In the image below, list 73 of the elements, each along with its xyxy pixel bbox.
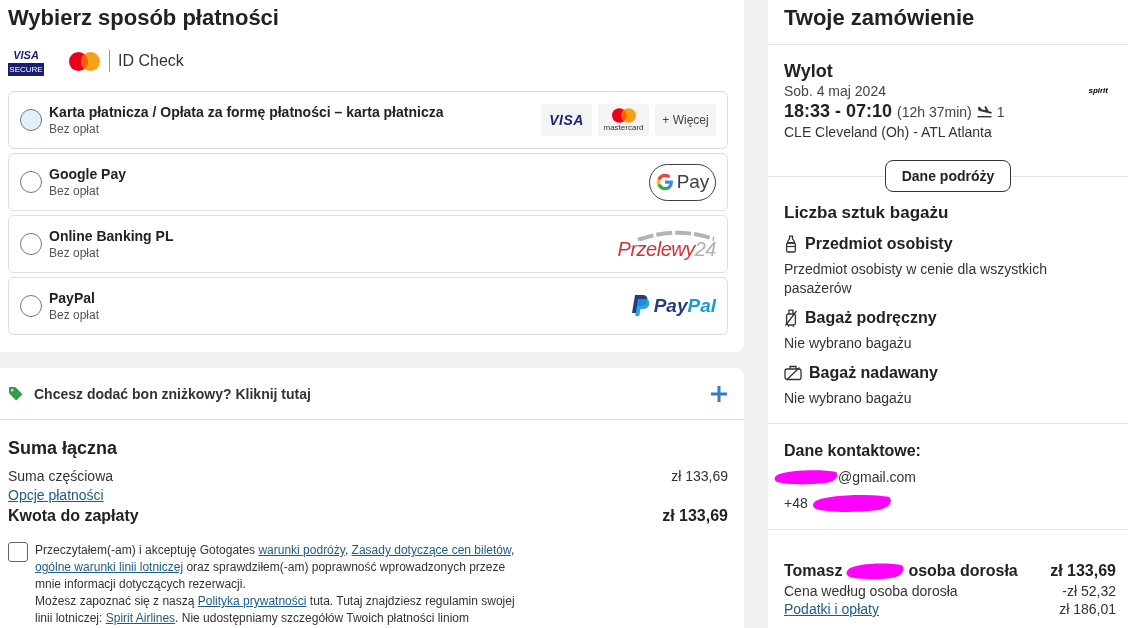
discount-label: Chcesz dodać bon zniżkowy? Kliknij tutaj [34, 385, 311, 402]
baggage-name: Bagaż nadawany [809, 363, 938, 383]
mastercard-icon [611, 108, 636, 123]
paypal-icon [630, 295, 650, 317]
passenger-total: zł 133,69 [1050, 561, 1116, 581]
payment-options-link[interactable]: Opcje płatności [8, 486, 104, 505]
flight-route: CLE Cleveland (Oh) - ATL Atlanta [784, 123, 993, 141]
baggage-title: Liczba sztuk bagażu [784, 202, 950, 224]
passenger-type: osoba dorosła [908, 561, 1018, 581]
fee-label: Bez opłat [49, 245, 101, 261]
terms-checkbox[interactable] [8, 542, 28, 562]
phone-text: +48 [784, 494, 808, 513]
baggage-description: Przedmiot osobisty w cenie dla wszystkich pasażerów [784, 260, 1048, 298]
panel-title: Twoje zamówienie [784, 4, 976, 32]
option-name: Google Pay [49, 165, 127, 183]
terms-link[interactable]: Zasady dotyczące cen biletów [351, 543, 511, 557]
payment-option[interactable]: PayPal Bez opłat PayPal [8, 277, 728, 335]
paypal-wordmark: PayPal [653, 295, 716, 317]
email-text: @gmail.com [838, 468, 916, 487]
baggage-description: Nie wybrano bagażu [784, 389, 913, 408]
more-cards-label: + Więcej [655, 104, 716, 136]
option-name: PayPal [49, 289, 96, 307]
radio-button[interactable] [20, 109, 42, 131]
flight-date: Sob. 4 maj 2024 [784, 82, 886, 100]
contact-title: Dane kontaktowe: [784, 441, 922, 461]
baggage-description: Nie wybrano bagażu [784, 334, 913, 353]
flight-title: Wylot [784, 60, 834, 82]
passenger-name: Tomasz [784, 561, 843, 581]
baggage-name: Bagaż podręczny [805, 308, 937, 328]
airline-logo: spirit [1088, 86, 1108, 96]
flight-times: 18:33 - 07:10 [784, 100, 893, 122]
flight-duration: (12h 37min) [897, 103, 972, 122]
przelewy24-wordmark: Przelewy24 [617, 239, 716, 259]
price-amount: -zł 52,32 [1062, 582, 1116, 600]
payment-option[interactable]: Google Pay Bez opłat Pay [8, 153, 728, 211]
pay-wordmark: Pay [676, 171, 710, 193]
tag-icon [8, 386, 23, 401]
terms-link[interactable]: Polityka prywatności [197, 594, 307, 608]
terms-link[interactable]: warunki podróży [258, 543, 345, 557]
google-g-icon [655, 173, 674, 191]
taxes-link[interactable]: Podatki i opłaty [784, 600, 879, 618]
option-name: Karta płatnicza / Opłata za formę płatności – karta płatnicza [49, 103, 444, 121]
mastercard-icon [69, 51, 100, 71]
price-label: Cena według osoba dorosła [784, 582, 958, 600]
baggage-name: Przedmiot osobisty [805, 234, 953, 254]
payment-option[interactable]: Online Banking PL Bez opłat Przelewy24 [8, 215, 728, 273]
total-label: Kwota do zapłaty [8, 506, 139, 526]
totals-title: Suma łączna [8, 437, 119, 460]
subtotal-label: Suma częściowa [8, 467, 114, 486]
radio-button[interactable] [20, 171, 42, 193]
section-title: Wybierz sposób płatności [8, 4, 280, 32]
secure-label: SECURE [8, 63, 44, 76]
swoosh-icon [636, 229, 716, 241]
terms-text: Możesz zapoznać się z naszą Polityka prywatności tuta. Tutaj znajdziesz regulamin swojej linii lotniczej: Spirit Airlines. Nie udostępniamy szczegółów Twoich płatności liniom [35, 593, 516, 627]
visa-logo: VISA [541, 104, 592, 136]
price-amount: zł 186,01 [1059, 600, 1116, 618]
terms-text: Przeczytałem(-am) i akceptuję Gotogates warunki podróży, Zasady dotyczące cen biletów, ogólne warunki linii lotniczej oraz sprawdziłem(-am) poprawność wprowadzonych przeze mnie informacji dotyczących rezerwacji. [35, 542, 516, 593]
stops-count: 1 [996, 103, 1005, 122]
payment-option[interactable]: Karta płatnicza / Opłata za formę płatności – karta płatnicza Bez opłat VISA mastercard + Więcej [8, 91, 728, 149]
radio-button[interactable] [20, 295, 42, 317]
plane-landing-icon [976, 105, 992, 118]
mastercard-wordmark: mastercard [603, 124, 644, 132]
terms-link[interactable]: ogólne warunki linii lotniczej [35, 560, 184, 574]
trip-details-button[interactable]: Dane podróży [884, 160, 1012, 192]
fee-label: Bez opłat [49, 183, 101, 199]
total-amount: zł 133,69 [662, 506, 728, 526]
option-name: Online Banking PL [49, 227, 174, 245]
subtotal-amount: zł 133,69 [671, 467, 728, 486]
fee-label: Bez opłat [49, 121, 101, 137]
id-check-label: ID Check [118, 51, 184, 71]
discount-toggle[interactable]: Chcesz dodać bon zniżkowy? Kliknij tutaj [0, 368, 744, 420]
fee-label: Bez opłat [49, 307, 100, 323]
radio-button[interactable] [20, 233, 42, 255]
